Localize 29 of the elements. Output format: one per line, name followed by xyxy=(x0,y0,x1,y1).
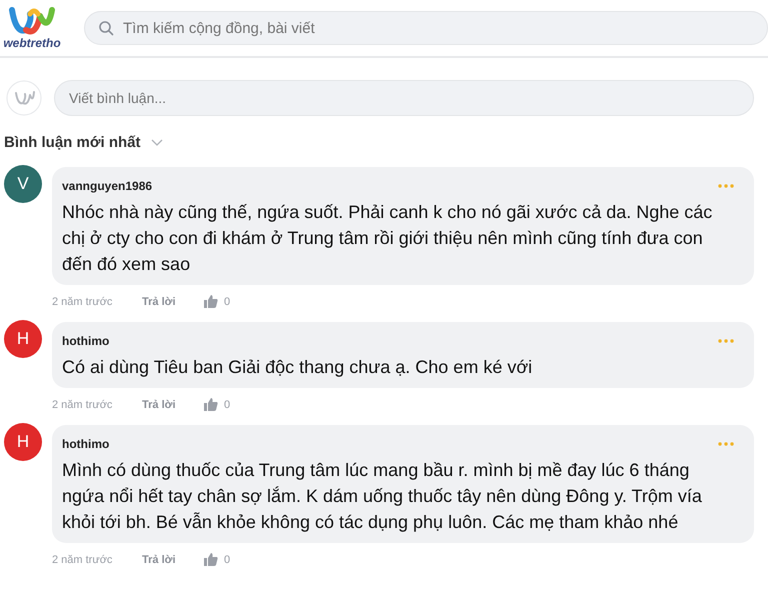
avatar: V xyxy=(4,165,42,203)
comment-input[interactable]: Viết bình luận... xyxy=(54,80,754,116)
comment-text: Có ai dùng Tiêu ban Giải độc thang chưa ạ. Cho em ké với xyxy=(62,356,534,379)
like-count: 0 xyxy=(224,296,230,308)
like-count: 0 xyxy=(224,554,230,566)
timestamp: 2 năm trước xyxy=(52,554,114,566)
avatar: H xyxy=(4,320,42,358)
timestamp: 2 năm trước xyxy=(52,398,114,410)
timestamp: 2 năm trước xyxy=(52,296,114,308)
logo-text: webtretho xyxy=(3,36,61,50)
more-icon[interactable] xyxy=(718,442,734,446)
author-name[interactable]: hothimo xyxy=(62,437,110,451)
more-icon[interactable] xyxy=(718,184,734,188)
author-name[interactable]: hothimo xyxy=(62,334,110,348)
like-count: 0 xyxy=(224,398,230,410)
sort-dropdown[interactable]: Bình luận mới nhất xyxy=(4,134,140,151)
chevron-down-icon[interactable] xyxy=(150,138,162,146)
more-icon[interactable] xyxy=(718,339,734,343)
thumbs-up-icon[interactable] xyxy=(204,398,218,411)
thumbs-up-icon[interactable] xyxy=(204,295,218,308)
comment-text: Mình có dùng thuốc của Trung tâm lúc mang bầu r. mình bị mề đay lúc 6 tháng ngứa nổi hết tay chân sợ lắm. K dám uống thuốc tây nên dùng Đông y. Trộm vía khỏi tới bh. Bé vẫn khỏe không có tác dụng phụ luôn. Các mẹ tham khảo nhé xyxy=(62,459,703,534)
author-name[interactable]: vannguyen1986 xyxy=(62,179,152,193)
avatar: H xyxy=(4,423,42,461)
search-field[interactable]: Tìm kiếm cộng đồng, bài viết xyxy=(84,11,768,45)
search-icon xyxy=(98,20,114,36)
comment-text: Nhóc nhà này cũng thế, ngứa suốt. Phải canh k cho nó gãi xước cả da. Nghe các chị ở cty cho con đi khám ở Trung tâm rồi giới thiệu nên mình cũng tính đưa con đến đó xem sao xyxy=(62,201,714,276)
logo-icon xyxy=(6,6,58,36)
user-avatar-icon xyxy=(6,80,42,116)
thumbs-up-icon[interactable] xyxy=(204,553,218,566)
